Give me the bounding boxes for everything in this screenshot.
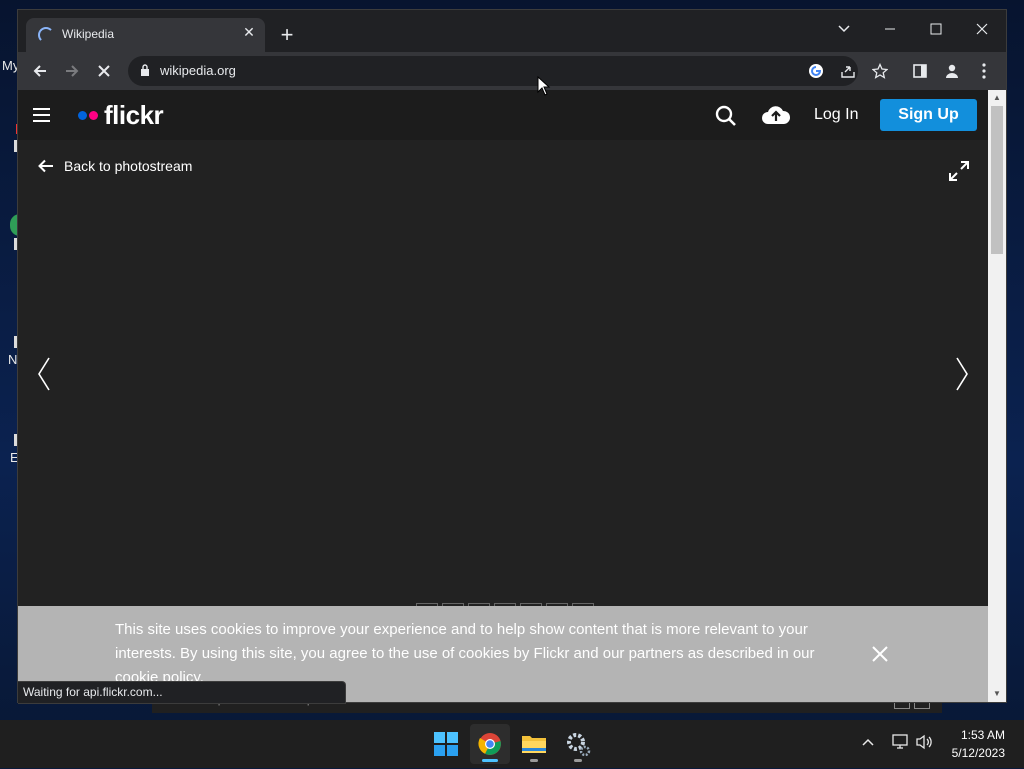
taskbar-file-explorer[interactable] bbox=[514, 724, 554, 764]
hamburger-menu-icon[interactable] bbox=[33, 108, 50, 122]
tab-strip: Wikipedia ✕ + bbox=[18, 10, 1006, 52]
network-icon[interactable] bbox=[892, 734, 910, 753]
flickr-header: flickr Log In Sign Up bbox=[18, 90, 988, 140]
desktop-icon-label[interactable]: N bbox=[8, 352, 17, 367]
scroll-thumb[interactable] bbox=[991, 106, 1003, 254]
back-to-photostream-link[interactable]: Back to photostream bbox=[38, 158, 192, 174]
windows-taskbar: 1:53 AM 5/12/2023 bbox=[0, 720, 1024, 768]
page-scrollbar[interactable]: ▲ ▼ bbox=[988, 90, 1006, 702]
address-bar[interactable]: wikipedia.org bbox=[128, 56, 858, 86]
arrow-left-icon bbox=[38, 159, 53, 173]
mouse-cursor-icon bbox=[537, 76, 551, 96]
flickr-logo[interactable]: flickr bbox=[78, 100, 164, 131]
close-tab-icon[interactable]: ✕ bbox=[241, 24, 257, 40]
cloud-upload-icon[interactable] bbox=[760, 104, 792, 126]
volume-icon[interactable] bbox=[916, 734, 934, 753]
logo-blue-dot bbox=[78, 111, 87, 120]
folder-icon bbox=[522, 736, 546, 753]
scroll-down-arrow-icon[interactable]: ▼ bbox=[992, 689, 1002, 699]
close-window-button[interactable] bbox=[966, 16, 998, 44]
browser-toolbar: wikipedia.org bbox=[18, 52, 1006, 90]
bookmark-star-icon[interactable] bbox=[866, 57, 894, 85]
loading-spinner-icon bbox=[38, 27, 54, 43]
profile-icon[interactable] bbox=[938, 57, 966, 85]
chrome-icon bbox=[478, 733, 501, 755]
search-icon[interactable] bbox=[715, 105, 737, 127]
previous-photo-icon[interactable] bbox=[36, 356, 52, 392]
clock-time[interactable]: 1:53 AM bbox=[961, 728, 1005, 742]
active-indicator bbox=[482, 759, 498, 762]
close-icon[interactable] bbox=[870, 644, 890, 664]
tab-search-icon[interactable] bbox=[828, 16, 860, 44]
logo-text: flickr bbox=[104, 100, 164, 130]
cookie-message: This site uses cookies to improve your e… bbox=[115, 621, 815, 686]
menu-kebab-icon[interactable] bbox=[970, 57, 998, 85]
show-hidden-icons-chevron-icon[interactable] bbox=[862, 734, 874, 750]
back-button[interactable] bbox=[26, 57, 54, 85]
minimize-button[interactable] bbox=[874, 16, 906, 44]
next-photo-icon[interactable] bbox=[954, 356, 970, 392]
chrome-window: Wikipedia ✕ + wikipedia.org flickr Log I… bbox=[18, 10, 1006, 704]
running-indicator bbox=[530, 759, 538, 762]
google-lens-icon[interactable] bbox=[806, 61, 826, 81]
clock-date[interactable]: 5/12/2023 bbox=[952, 746, 1005, 760]
url-text[interactable]: wikipedia.org bbox=[160, 63, 236, 78]
lock-icon[interactable] bbox=[140, 64, 150, 76]
login-link[interactable]: Log In bbox=[814, 106, 858, 124]
tab-wikipedia[interactable]: Wikipedia ✕ bbox=[26, 18, 265, 52]
signup-button[interactable]: Sign Up bbox=[880, 99, 977, 131]
flickr-page: flickr Log In Sign Up Back to photostrea… bbox=[18, 90, 988, 702]
windows-logo-icon bbox=[434, 732, 458, 756]
browser-status-bubble: Waiting for api.flickr.com... bbox=[18, 681, 346, 704]
start-button[interactable] bbox=[426, 724, 466, 764]
desktop-icon-label[interactable]: My bbox=[2, 58, 19, 73]
tab-title: Wikipedia bbox=[62, 27, 115, 41]
stop-loading-button[interactable] bbox=[90, 57, 118, 85]
taskbar-settings[interactable] bbox=[558, 724, 598, 764]
taskbar-chrome[interactable] bbox=[470, 724, 510, 764]
share-icon[interactable] bbox=[838, 61, 858, 81]
gear-icon bbox=[567, 733, 591, 757]
status-text: Waiting for api.flickr.com... bbox=[23, 685, 163, 699]
new-tab-button[interactable]: + bbox=[276, 24, 298, 46]
fullscreen-expand-icon[interactable] bbox=[948, 160, 970, 182]
forward-button[interactable] bbox=[58, 57, 86, 85]
running-indicator bbox=[574, 759, 582, 762]
scroll-up-arrow-icon[interactable]: ▲ bbox=[992, 93, 1002, 103]
side-panel-icon[interactable] bbox=[906, 57, 934, 85]
logo-pink-dot bbox=[89, 111, 98, 120]
maximize-button[interactable] bbox=[920, 16, 952, 44]
back-link-label: Back to photostream bbox=[64, 158, 193, 174]
